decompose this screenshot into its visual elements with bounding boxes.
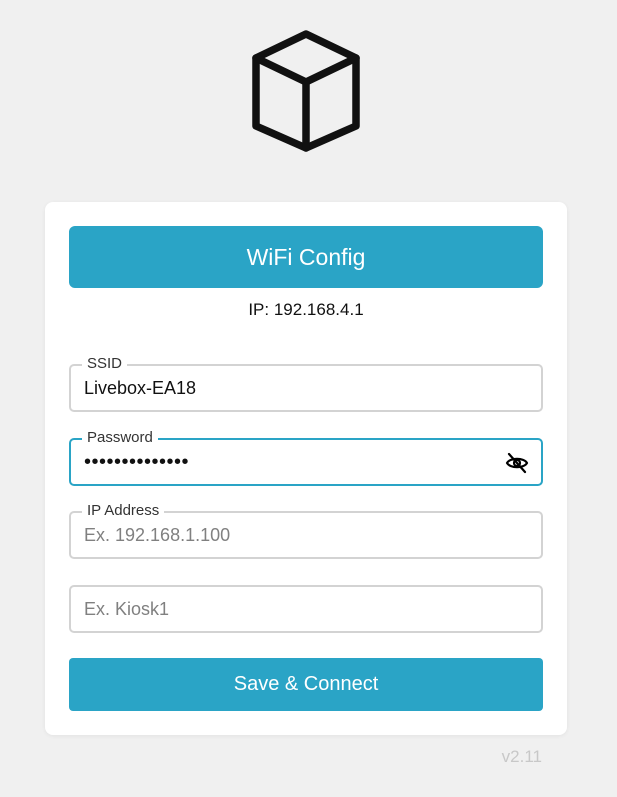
- password-field: Password: [69, 428, 543, 486]
- wifi-config-header: WiFi Config: [69, 226, 543, 288]
- ssid-input[interactable]: [71, 366, 541, 410]
- device-name-field: [69, 585, 543, 633]
- cube-logo-icon: [248, 28, 364, 152]
- eye-off-icon[interactable]: [505, 451, 529, 475]
- device-name-input[interactable]: [71, 587, 541, 631]
- password-input[interactable]: [71, 440, 541, 484]
- ip-address-input[interactable]: [71, 513, 541, 557]
- save-connect-button[interactable]: Save & Connect: [69, 658, 543, 711]
- ip-address-field: IP Address: [69, 501, 543, 559]
- ip-address-status: IP: 192.168.4.1: [248, 300, 364, 319]
- version-label: v2.11: [501, 747, 542, 766]
- wifi-config-card: WiFi Config IP: 192.168.4.1 SSID Passwor…: [45, 202, 567, 735]
- ssid-field: SSID: [69, 354, 543, 412]
